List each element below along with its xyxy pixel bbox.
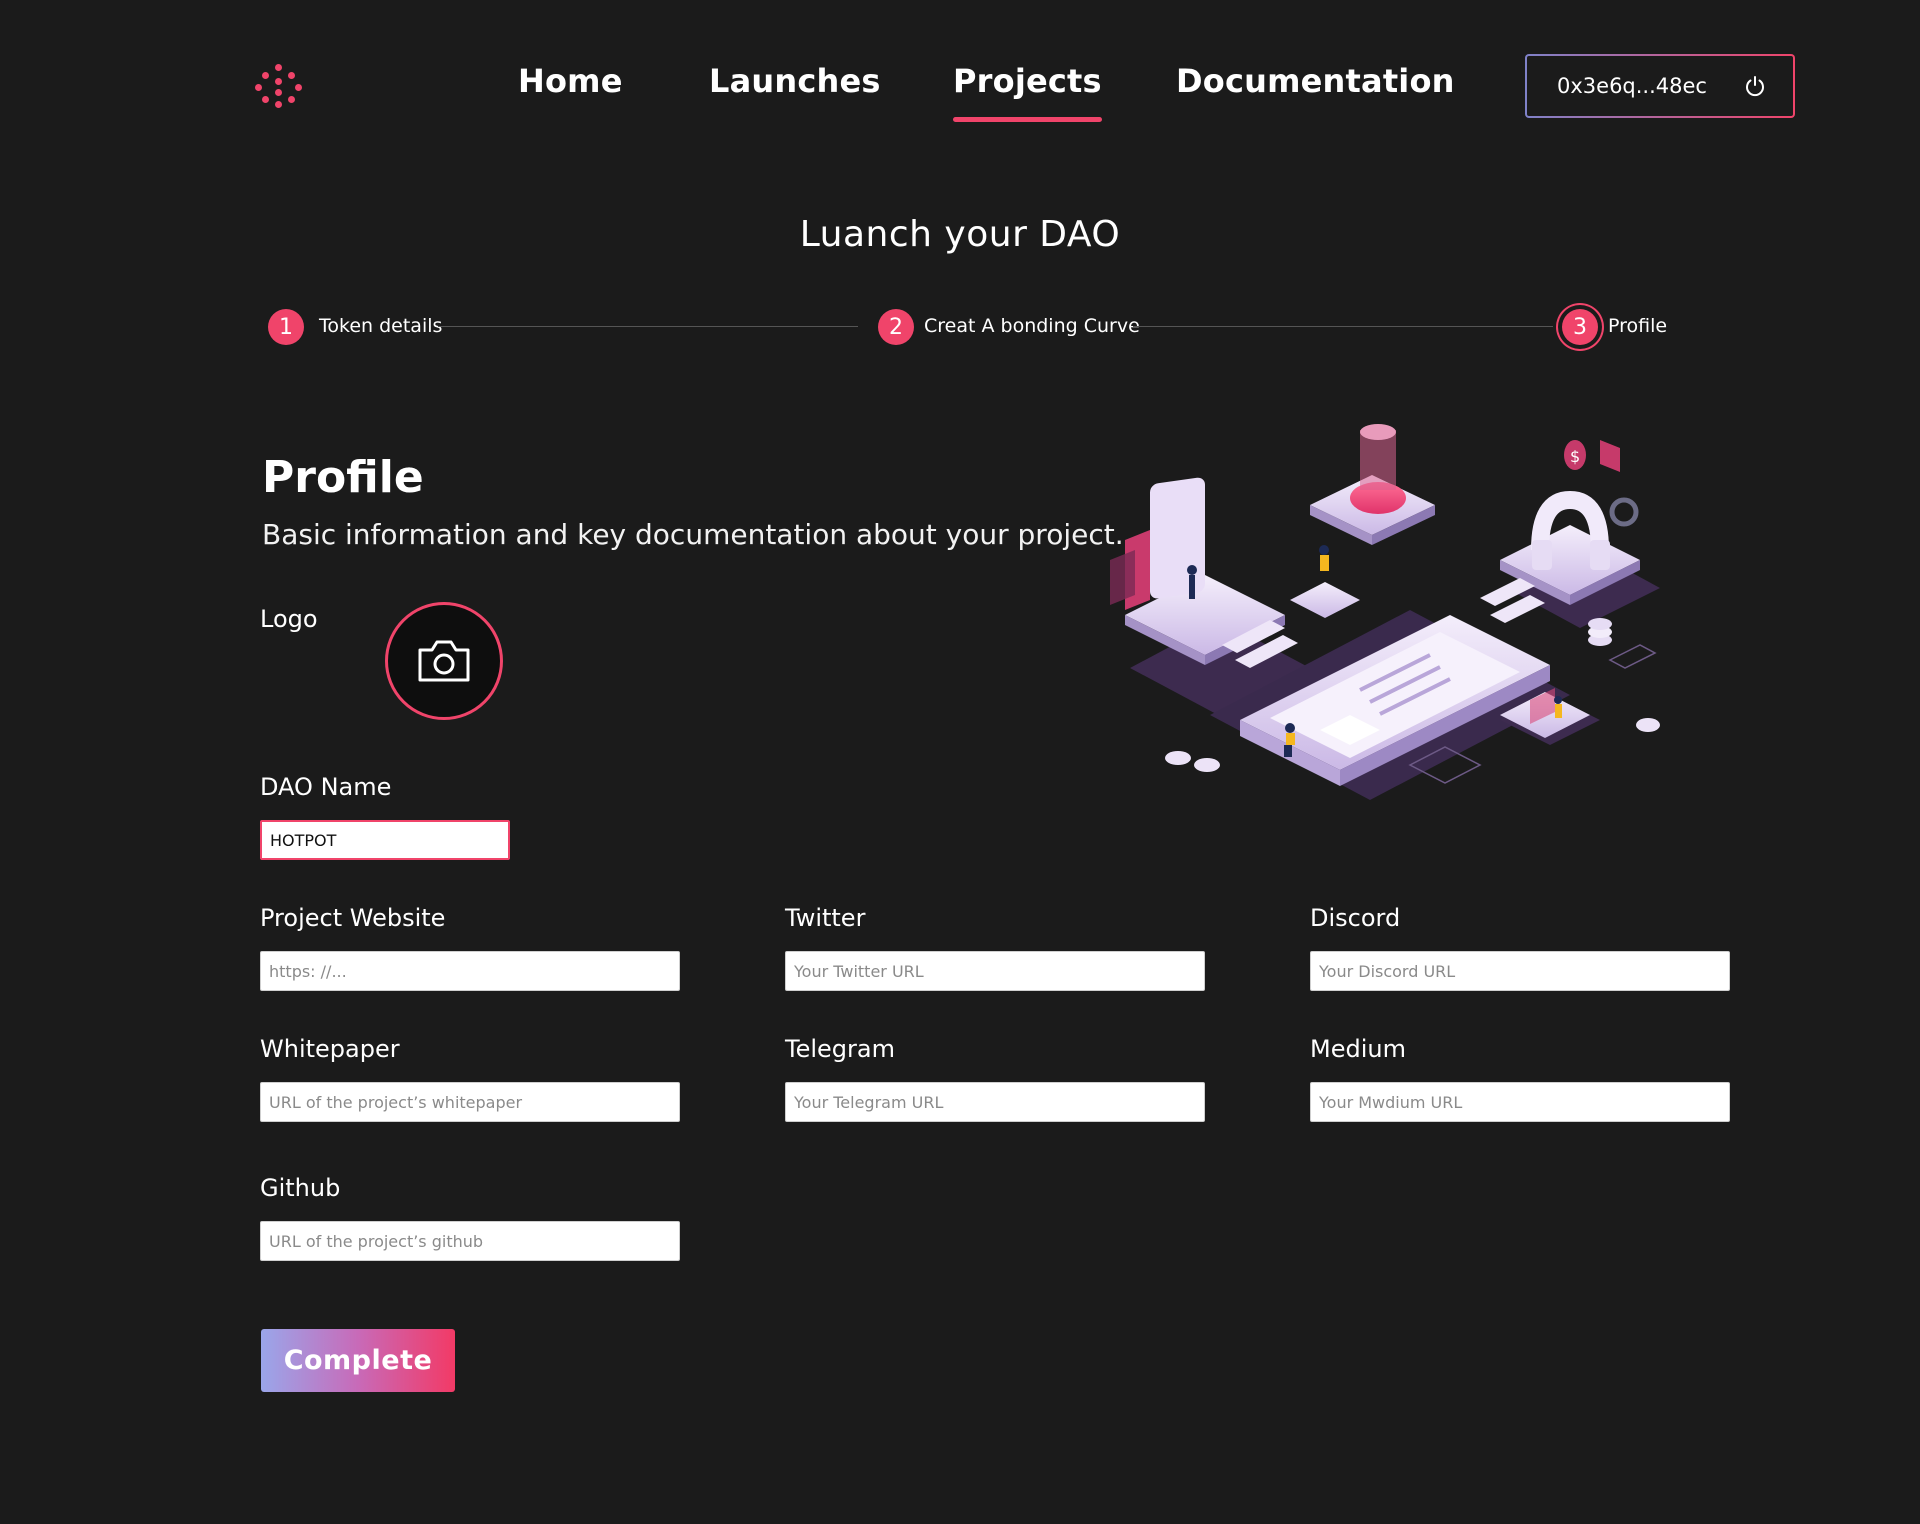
page-title: Luanch your DAO [799, 214, 1121, 255]
nav-home[interactable]: Home [518, 62, 623, 100]
wallet-address: 0x3e6q...48ec [1557, 74, 1707, 98]
step-connector [1133, 326, 1553, 327]
nav-launches[interactable]: Launches [709, 62, 881, 100]
complete-button[interactable]: Complete [261, 1329, 455, 1392]
logo-upload-button[interactable] [385, 602, 503, 720]
discord-input[interactable] [1310, 951, 1730, 991]
twitter-label: Twitter [785, 904, 866, 932]
telegram-label: Telegram [785, 1035, 895, 1063]
wallet-button[interactable]: 0x3e6q...48ec [1525, 54, 1795, 118]
step-1-label: Token details [319, 315, 443, 337]
twitter-input[interactable] [785, 951, 1205, 991]
project-website-label: Project Website [260, 904, 446, 932]
dao-name-label: DAO Name [260, 773, 392, 801]
nav-projects[interactable]: Projects [953, 62, 1102, 122]
medium-label: Medium [1310, 1035, 1406, 1063]
whitepaper-input[interactable] [260, 1082, 680, 1122]
power-icon[interactable] [1743, 74, 1767, 98]
step-2-indicator: 2 [878, 309, 914, 345]
section-heading: Profile [262, 452, 424, 503]
step-1-indicator: 1 [268, 309, 304, 345]
svg-text:$: $ [1570, 447, 1580, 466]
step-2-label: Creat A bonding Curve [924, 315, 1140, 337]
discord-label: Discord [1310, 904, 1401, 932]
nav-documentation[interactable]: Documentation [1176, 62, 1455, 100]
github-label: Github [260, 1174, 341, 1202]
step-connector [438, 326, 858, 327]
brand-logo[interactable] [255, 64, 303, 108]
whitepaper-label: Whitepaper [260, 1035, 400, 1063]
step-3-indicator: 3 [1562, 309, 1598, 345]
project-website-input[interactable] [260, 951, 680, 991]
step-3-label: Profile [1608, 315, 1668, 337]
section-subheading: Basic information and key documentation … [262, 518, 1124, 551]
camera-icon [418, 640, 470, 682]
dao-name-input[interactable] [260, 820, 510, 860]
isometric-illustration: $ [1110, 424, 1660, 800]
logo-label: Logo [260, 605, 318, 633]
medium-input[interactable] [1310, 1082, 1730, 1122]
telegram-input[interactable] [785, 1082, 1205, 1122]
github-input[interactable] [260, 1221, 680, 1261]
